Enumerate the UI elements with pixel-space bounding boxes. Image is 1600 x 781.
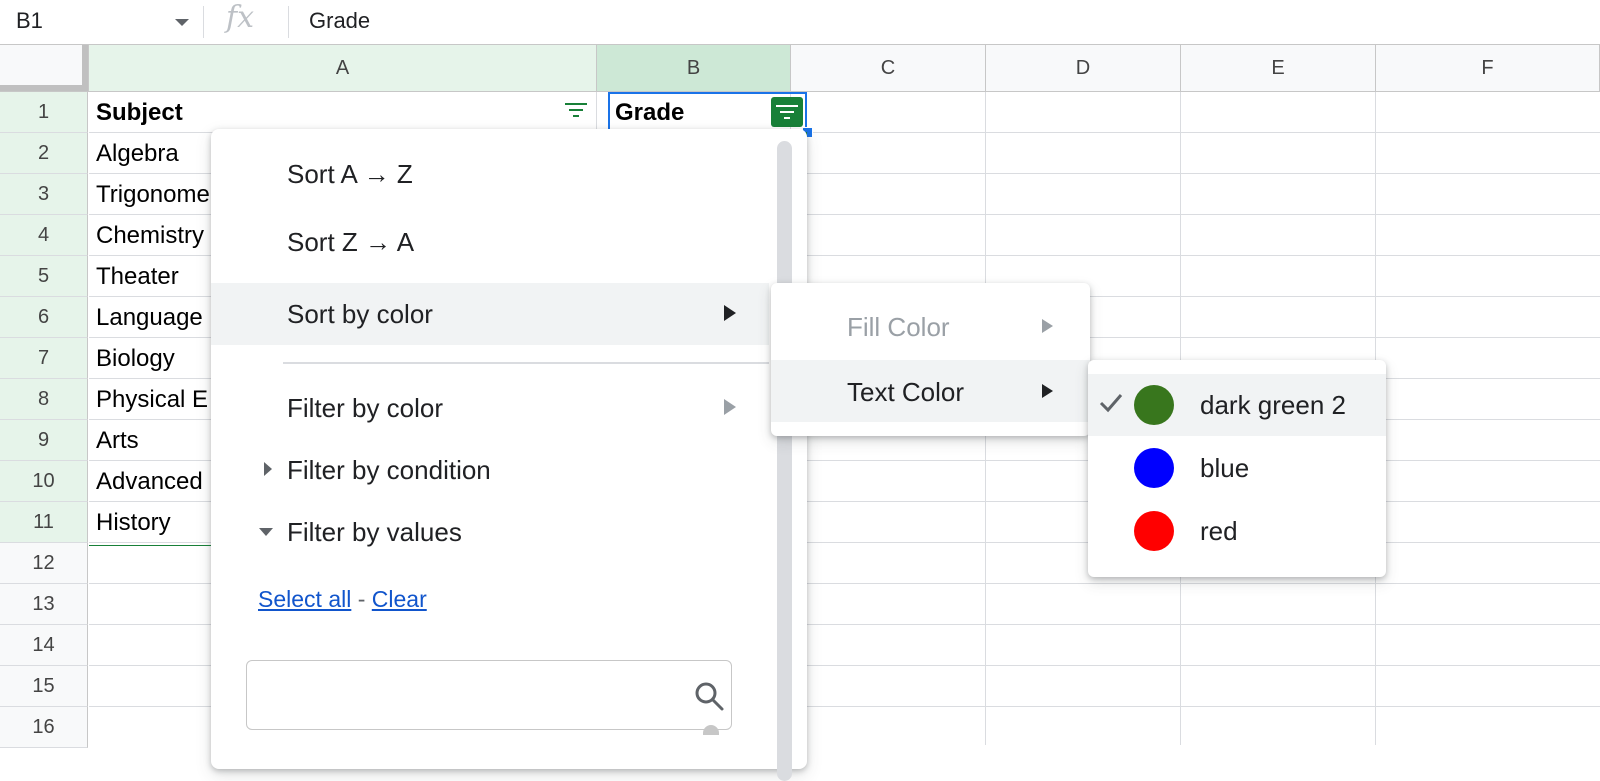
- menu-item-label: Filter by color: [287, 393, 444, 423]
- menu-divider: [283, 362, 769, 364]
- cell-a11[interactable]: History: [96, 502, 171, 543]
- submenu-arrow-icon: [724, 399, 736, 415]
- search-icon[interactable]: [693, 680, 725, 712]
- row-header-11[interactable]: 11: [0, 502, 88, 543]
- menu-item-label: Text Color: [847, 377, 965, 407]
- text-color-submenu: dark green 2 blue red: [1088, 360, 1386, 577]
- cell-a2[interactable]: Algebra: [96, 133, 179, 174]
- column-header-f[interactable]: F: [1376, 45, 1600, 91]
- sort-z-a-item[interactable]: Sort Z → A: [211, 211, 769, 273]
- row-header-2[interactable]: 2: [0, 133, 88, 174]
- link-separator: -: [357, 586, 366, 612]
- scrollbar-thumb[interactable]: [703, 725, 719, 735]
- column-header-d[interactable]: D: [986, 45, 1181, 91]
- filter-by-values-toggle[interactable]: Filter by values: [211, 501, 769, 563]
- sort-by-color-item[interactable]: Sort by color: [211, 283, 769, 345]
- divider: [203, 6, 204, 38]
- select-links: Select all - Clear: [258, 586, 427, 613]
- row-header-1[interactable]: 1: [0, 92, 88, 133]
- cell-a1[interactable]: Subject: [96, 92, 183, 133]
- sort-by-color-submenu: Fill Color Text Color: [771, 283, 1090, 436]
- column-header-e[interactable]: E: [1181, 45, 1376, 91]
- row-header-10[interactable]: 10: [0, 461, 88, 502]
- chevron-down-icon[interactable]: [175, 19, 189, 26]
- search-input[interactable]: [261, 677, 685, 713]
- submenu-arrow-icon: [724, 305, 736, 321]
- expand-icon: [264, 462, 272, 476]
- row-header-16[interactable]: 16: [0, 707, 88, 748]
- color-swatch: [1134, 448, 1174, 488]
- menu-item-label: Sort by color: [287, 299, 433, 329]
- menu-scrollbar[interactable]: [777, 141, 792, 781]
- filter-by-condition-toggle[interactable]: Filter by condition: [211, 439, 769, 501]
- cell-reference[interactable]: B1: [16, 8, 43, 34]
- cell-a6[interactable]: Language: [96, 297, 203, 338]
- row-header-8[interactable]: 8: [0, 379, 88, 420]
- freeze-handle-horizontal[interactable]: [0, 85, 88, 91]
- menu-item-label: Fill Color: [847, 312, 950, 342]
- cell-a3[interactable]: Trigonome: [96, 174, 210, 215]
- cell-a8[interactable]: Physical E: [96, 379, 208, 420]
- row-header-7[interactable]: 7: [0, 338, 88, 379]
- cell-a7[interactable]: Biology: [96, 338, 175, 379]
- row-header-6[interactable]: 6: [0, 297, 88, 338]
- color-option-dark-green-2[interactable]: dark green 2: [1088, 374, 1386, 436]
- color-swatch: [1134, 511, 1174, 551]
- row-header-12[interactable]: 12: [0, 543, 88, 584]
- row-header-5[interactable]: 5: [0, 256, 88, 297]
- active-cell-border: [608, 92, 807, 132]
- cell-a5[interactable]: Theater: [96, 256, 179, 297]
- collapse-icon: [259, 528, 273, 536]
- column-header-c[interactable]: C: [791, 45, 986, 91]
- cell-a9[interactable]: Arts: [96, 420, 139, 461]
- check-icon: [1099, 394, 1123, 413]
- row-header-4[interactable]: 4: [0, 215, 88, 256]
- menu-item-label: Sort A → Z: [287, 159, 413, 189]
- formula-input[interactable]: Grade: [309, 8, 370, 34]
- row-header-15[interactable]: 15: [0, 666, 88, 707]
- clear-link[interactable]: Clear: [372, 586, 427, 612]
- text-color-item[interactable]: Text Color: [771, 360, 1090, 422]
- menu-item-label: Filter by values: [287, 517, 462, 547]
- select-all-corner[interactable]: [0, 45, 89, 91]
- color-label: dark green 2: [1200, 390, 1346, 420]
- submenu-arrow-icon: [1042, 319, 1053, 333]
- color-option-red[interactable]: red: [1088, 500, 1386, 562]
- formula-bar: B1 fx Grade: [0, 0, 1600, 45]
- row-header-13[interactable]: 13: [0, 584, 88, 625]
- cell-a10[interactable]: Advanced: [96, 461, 203, 502]
- fx-icon: fx: [226, 0, 255, 35]
- filter-menu: Sort A → Z Sort Z → A Sort by color Filt…: [211, 129, 807, 781]
- fill-color-item[interactable]: Fill Color: [771, 295, 1090, 357]
- sort-a-z-item[interactable]: Sort A → Z: [211, 143, 769, 205]
- search-field[interactable]: [246, 660, 732, 730]
- row-header-9[interactable]: 9: [0, 420, 88, 461]
- color-label: blue: [1200, 453, 1250, 483]
- menu-item-label: Sort Z → A: [287, 227, 415, 257]
- color-option-blue[interactable]: blue: [1088, 437, 1386, 499]
- submenu-arrow-icon: [1042, 384, 1053, 398]
- name-box[interactable]: B1: [0, 0, 200, 44]
- filter-by-color-item[interactable]: Filter by color: [211, 377, 769, 439]
- row-header-3[interactable]: 3: [0, 174, 88, 215]
- color-swatch: [1134, 385, 1174, 425]
- cell-a4[interactable]: Chemistry: [96, 215, 204, 256]
- select-all-link[interactable]: Select all: [258, 586, 351, 612]
- column-header-a[interactable]: A: [89, 45, 597, 91]
- row-header-14[interactable]: 14: [0, 625, 88, 666]
- color-label: red: [1200, 516, 1238, 546]
- divider: [288, 6, 289, 38]
- menu-item-label: Filter by condition: [287, 455, 491, 485]
- column-header-b[interactable]: B: [597, 45, 791, 91]
- column-header-row: A B C D E F: [0, 45, 1600, 92]
- filter-icon[interactable]: [563, 100, 589, 120]
